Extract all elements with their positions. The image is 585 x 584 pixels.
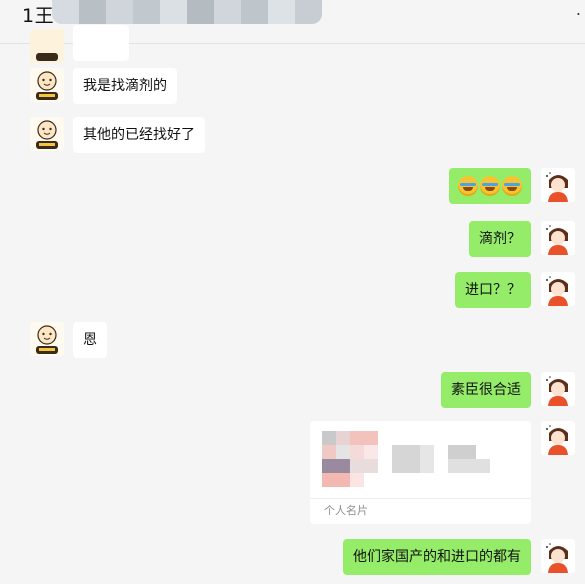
message-bubble[interactable]: 素臣很合适 xyxy=(441,372,531,408)
contact-avatar[interactable] xyxy=(30,68,64,102)
anime-girl-avatar-icon xyxy=(541,372,575,406)
anime-girl-avatar-icon xyxy=(541,539,575,573)
redacted-title-mosaic xyxy=(52,0,322,24)
more-options-button[interactable]: . xyxy=(576,0,581,19)
user-avatar[interactable] xyxy=(541,539,575,573)
user-avatar[interactable] xyxy=(541,221,575,255)
user-avatar[interactable] xyxy=(541,421,575,455)
anime-girl-avatar-icon xyxy=(541,221,575,255)
message-list[interactable]: 我是找滴剂的 其他的已经找好了 滴剂？ 进口？？ 恩 素臣很合适 个人名片 他们… xyxy=(0,25,585,584)
message-bubble[interactable]: 恩 xyxy=(73,322,107,358)
card-type-label: 个人名片 xyxy=(324,504,368,517)
message-bubble[interactable]: 他们家国产的和进口的都有 xyxy=(343,539,531,575)
user-avatar[interactable] xyxy=(541,272,575,306)
message-bubble[interactable]: 滴剂？ xyxy=(469,221,531,257)
message-bubble[interactable]: 其他的已经找好了 xyxy=(73,117,205,153)
crying-laughing-emoji-icon xyxy=(502,176,522,196)
message-bubble[interactable]: 我是找滴剂的 xyxy=(73,68,177,104)
anime-girl-avatar-icon xyxy=(541,421,575,455)
crying-laughing-emoji-icon xyxy=(480,176,500,196)
emoji-message-bubble[interactable] xyxy=(449,168,531,204)
contact-card-message[interactable]: 个人名片 xyxy=(310,421,531,524)
anime-girl-avatar-icon xyxy=(541,272,575,306)
contact-avatar[interactable] xyxy=(30,29,64,63)
user-avatar[interactable] xyxy=(541,168,575,202)
anime-girl-avatar-icon xyxy=(541,168,575,202)
baby-avatar-icon xyxy=(30,322,64,356)
user-avatar[interactable] xyxy=(541,372,575,406)
baby-avatar-icon xyxy=(30,117,64,151)
card-divider xyxy=(310,498,531,499)
message-bubble-partial[interactable] xyxy=(73,25,129,61)
chat-title[interactable]: 1王 xyxy=(22,1,54,28)
contact-avatar[interactable] xyxy=(30,322,64,356)
baby-avatar-icon xyxy=(30,68,64,102)
contact-avatar[interactable] xyxy=(30,117,64,151)
message-bubble[interactable]: 进口？？ xyxy=(455,272,531,308)
crying-laughing-emoji-icon xyxy=(458,176,478,196)
